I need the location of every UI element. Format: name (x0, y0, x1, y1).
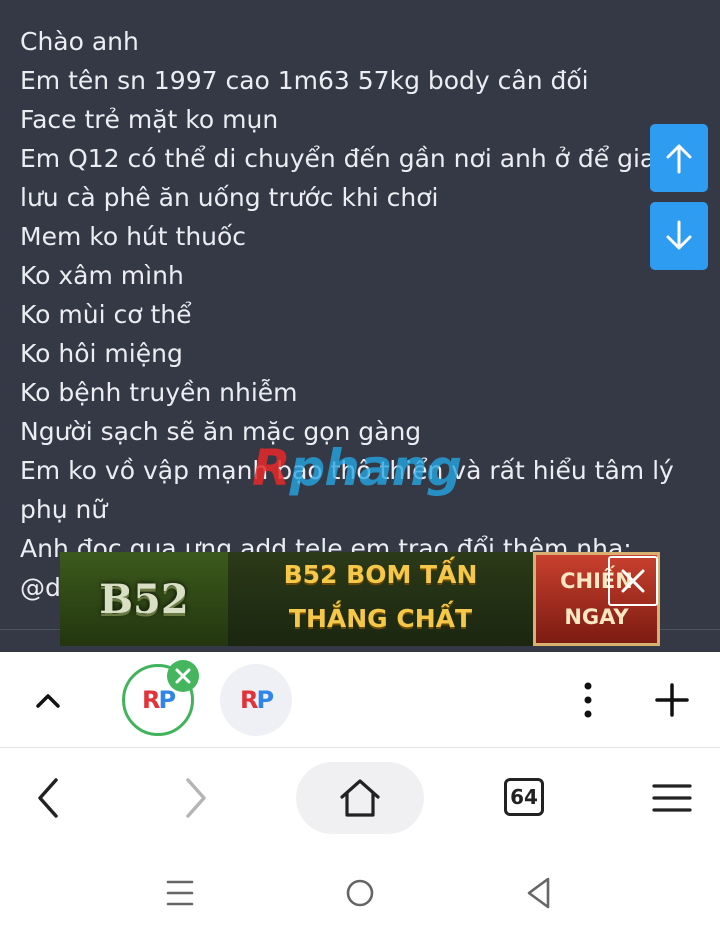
post-line: Ko hôi miệng (20, 339, 183, 368)
ad-logo-text: B52 (99, 575, 189, 623)
post-text: Chào anh Em tên sn 1997 cao 1m63 57kg bo… (20, 22, 720, 607)
ad-close-button[interactable] (608, 556, 658, 606)
chevron-left-icon (38, 778, 58, 818)
ad-headline-line-2: THẮNG CHẤT (288, 604, 473, 633)
arrow-down-icon (666, 220, 692, 250)
ad-headline-line-1: B52 BOM TẤN (283, 560, 478, 589)
system-back-button[interactable] (524, 876, 552, 910)
browser-toolbar: 64 (0, 748, 720, 848)
back-button[interactable] (30, 776, 66, 820)
favicon-letter-r: R (239, 686, 259, 714)
hamburger-menu-icon (652, 784, 692, 812)
collapse-tabs-button[interactable] (30, 684, 66, 716)
post-line: Ko mùi cơ thể (20, 300, 192, 329)
site-favicon: RP (141, 686, 176, 714)
close-icon (621, 569, 645, 593)
system-navigation-bar (0, 848, 720, 940)
tab-item[interactable]: RP (220, 664, 292, 736)
chevron-up-icon (36, 694, 60, 708)
post-line: Ko xâm mình (20, 261, 184, 290)
home-icon (340, 779, 380, 817)
post-line: Face trẻ mặt ko mụn (20, 105, 279, 134)
main-menu-button[interactable] (652, 782, 692, 814)
watermark-letter: R (252, 439, 291, 497)
site-watermark: Rphang (252, 438, 463, 498)
recent-apps-button[interactable] (166, 878, 194, 908)
ad-headline: B52 BOM TẤN THẮNG CHẤT (228, 552, 533, 646)
recents-icon (166, 880, 194, 906)
post-line: Em Q12 có thể di chuyển đến gần nơi anh … (20, 144, 652, 173)
watermark-text: phang (289, 439, 463, 497)
circle-home-icon (346, 879, 374, 907)
arrow-up-icon (666, 144, 692, 174)
favicon-letter-r: R (141, 686, 161, 714)
plus-icon (655, 683, 689, 717)
tab-strip: RP RP (0, 652, 720, 748)
more-vertical-icon (584, 682, 592, 718)
close-icon (175, 668, 191, 684)
post-line: Em tên sn 1997 cao 1m63 57kg body cân đố… (20, 66, 589, 95)
forward-button[interactable] (178, 776, 214, 820)
site-favicon: RP (239, 686, 274, 714)
favicon-letter-p: P (158, 686, 176, 714)
chevron-right-icon (186, 778, 206, 818)
scroll-to-top-button[interactable] (650, 124, 708, 192)
tab-options-button[interactable] (576, 680, 600, 720)
system-home-button[interactable] (345, 878, 375, 908)
favicon-letter-p: P (256, 686, 274, 714)
banner-ad[interactable]: B52 B52 BOM TẤN THẮNG CHẤT CHIẾN NGAY (60, 552, 660, 646)
post-line: lưu cà phê ăn uống trước khi chơi (20, 183, 439, 212)
post-line: Ko bệnh truyền nhiễm (20, 378, 298, 407)
triangle-back-icon (527, 877, 550, 909)
post-line: Mem ko hút thuốc (20, 222, 247, 251)
scroll-to-bottom-button[interactable] (650, 202, 708, 270)
new-tab-button[interactable] (652, 680, 692, 720)
tab-switcher-button[interactable]: 64 (504, 778, 544, 816)
close-tab-button[interactable] (167, 660, 199, 692)
ad-logo: B52 (60, 552, 228, 646)
ad-cta-line-2: NGAY (564, 605, 629, 629)
home-button[interactable] (296, 762, 424, 834)
post-line: Chào anh (20, 27, 139, 56)
